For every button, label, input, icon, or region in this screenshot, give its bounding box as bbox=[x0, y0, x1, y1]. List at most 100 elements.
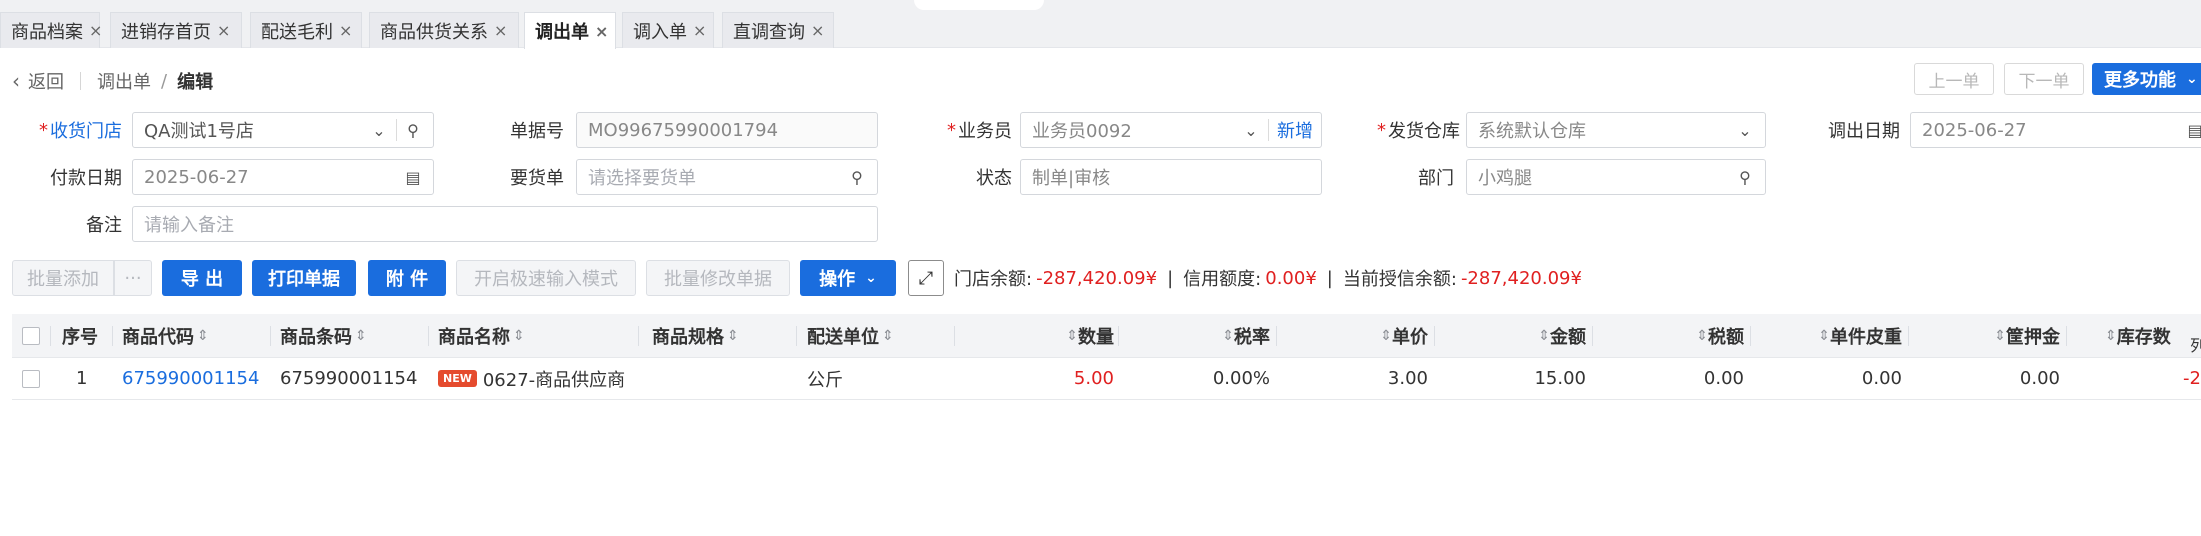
sort-icon: ⇕ bbox=[1818, 327, 1830, 344]
cell-code-link[interactable]: 675990001154 bbox=[122, 358, 259, 399]
sort-icon: ⇕ bbox=[1066, 327, 1078, 344]
sort-icon: ⇕ bbox=[1222, 327, 1234, 344]
tab-inventory-home[interactable]: 进销存首页 × bbox=[110, 12, 242, 48]
add-salesman-link[interactable]: 新增 bbox=[1277, 113, 1313, 147]
col-qty[interactable]: ⇕ 数量 bbox=[954, 314, 1114, 357]
credit-limit-value: 0.00¥ bbox=[1265, 267, 1317, 289]
request-doc-label: 要货单 bbox=[510, 168, 564, 189]
chevron-down-icon: ⌄ bbox=[1738, 120, 1752, 140]
current-credit-value: -287,420.09¥ bbox=[1460, 267, 1582, 289]
col-amount[interactable]: ⇕ 金额 bbox=[1434, 314, 1586, 357]
breadcrumb: ‹ 返回 调出单 / 编辑 bbox=[12, 68, 213, 94]
sort-icon: ⇕ bbox=[1994, 327, 2006, 344]
col-unit[interactable]: 配送单位 ⇕ bbox=[807, 314, 894, 357]
attachment-button[interactable]: 附 件 bbox=[368, 260, 446, 296]
batch-edit-button[interactable]: 批量修改单据 bbox=[646, 260, 790, 296]
breadcrumb-parent[interactable]: 调出单 bbox=[97, 68, 151, 94]
store-balance-value: -287,420.09¥ bbox=[1036, 267, 1158, 289]
salesman-select[interactable]: 业务员0092 ⌄ 新增 bbox=[1020, 112, 1322, 148]
col-seq: 序号 bbox=[62, 326, 98, 348]
close-icon[interactable]: × bbox=[693, 21, 706, 40]
search-icon[interactable]: ⚲ bbox=[847, 167, 867, 187]
column-settings-label[interactable]: 列 bbox=[2190, 332, 2201, 356]
transfer-date-picker[interactable]: 2025-06-27 ▤ bbox=[1910, 112, 2201, 148]
sort-icon: ⇕ bbox=[1538, 327, 1550, 344]
dept-label: 部门 bbox=[1418, 168, 1454, 189]
pay-date-picker[interactable]: 2025-06-27 ▤ bbox=[132, 159, 434, 195]
ship-warehouse-select[interactable]: 系统默认仓库 ⌄ bbox=[1466, 112, 1766, 148]
col-tax-rate[interactable]: ⇕ 税率 bbox=[1118, 314, 1270, 357]
cell-unit: 公斤 bbox=[807, 369, 843, 391]
dept-select[interactable]: 小鸡腿 ⚲ bbox=[1466, 159, 1766, 195]
doc-no-field: MO99675990001794 bbox=[576, 112, 878, 148]
cell-qty[interactable]: 5.00 bbox=[954, 358, 1114, 399]
back-link[interactable]: 返回 bbox=[28, 68, 64, 94]
breadcrumb-separator: / bbox=[161, 70, 168, 92]
row-checkbox[interactable] bbox=[22, 369, 40, 388]
select-all-checkbox[interactable] bbox=[22, 326, 40, 345]
cell-stock: -2 bbox=[2183, 368, 2201, 389]
prev-doc-button[interactable]: 上一单 bbox=[1914, 63, 1994, 95]
col-price[interactable]: ⇕ 单价 bbox=[1276, 314, 1428, 357]
tab-transfer-out[interactable]: 调出单 × bbox=[524, 12, 616, 49]
cell-deposit: 0.00 bbox=[2019, 368, 2060, 389]
status-field: 制单|审核 bbox=[1020, 159, 1322, 195]
batch-add-button[interactable]: 批量添加 bbox=[12, 260, 114, 296]
search-icon[interactable]: ⚲ bbox=[1735, 167, 1755, 187]
calendar-icon: ▤ bbox=[405, 167, 421, 187]
table-header: 序号 商品代码 ⇕ 商品条码 ⇕ 商品名称 ⇕ 商品规格 ⇕ 配送单位 ⇕ ⇕ 数量 ⇕ 税率… bbox=[12, 314, 2201, 358]
close-icon[interactable]: × bbox=[494, 21, 507, 40]
request-doc-select[interactable]: 请选择要货单 ⚲ bbox=[576, 159, 878, 195]
more-dots-button[interactable]: ··· bbox=[114, 260, 152, 296]
cell-name: NEW 0627-商品供应商 bbox=[438, 358, 625, 399]
tab-supply-relation[interactable]: 商品供货关系 × bbox=[369, 12, 519, 48]
col-stock[interactable]: ⇕ 库存数 bbox=[2102, 314, 2171, 357]
col-deposit[interactable]: ⇕ 筐押金 bbox=[1908, 314, 2060, 357]
table-row[interactable]: 1 675990001154 675990001154 NEW 0627-商品供应… bbox=[12, 358, 2201, 400]
sort-icon: ⇕ bbox=[727, 327, 739, 344]
cell-tax: 0.00 bbox=[1703, 368, 1744, 389]
more-functions-button[interactable]: 更多功能 ⌄ bbox=[2092, 63, 2201, 95]
col-spec[interactable]: 商品规格 ⇕ bbox=[652, 314, 739, 357]
sort-icon: ⇕ bbox=[197, 327, 209, 344]
ship-warehouse-label: * 发货仓库 bbox=[1377, 119, 1460, 143]
tab-transfer-in[interactable]: 调入单 × bbox=[622, 12, 714, 48]
col-barcode[interactable]: 商品条码 ⇕ bbox=[280, 314, 367, 357]
cell-price[interactable]: 3.00 bbox=[1276, 358, 1428, 399]
doc-no-label: 单据号 bbox=[510, 121, 564, 142]
close-icon[interactable]: × bbox=[339, 21, 352, 40]
close-icon[interactable]: × bbox=[595, 22, 608, 41]
balance-info: 门店余额: -287,420.09¥ | 信用额度: 0.00¥ | 当前授信余… bbox=[954, 267, 1582, 291]
close-icon[interactable]: × bbox=[217, 21, 230, 40]
tab-delivery-margin[interactable]: 配送毛利 × bbox=[250, 12, 362, 48]
chevron-left-icon[interactable]: ‹ bbox=[12, 69, 20, 93]
receive-store-select[interactable]: QA测试1号店 ⌄ ⚲ bbox=[132, 112, 434, 148]
cell-amount: 15.00 bbox=[1534, 368, 1586, 389]
col-code[interactable]: 商品代码 ⇕ bbox=[122, 314, 209, 357]
status-label: 状态 bbox=[976, 168, 1012, 189]
tab-product-archive[interactable]: 商品档案 × bbox=[0, 12, 102, 48]
search-icon[interactable]: ⚲ bbox=[403, 120, 423, 140]
pay-date-label: 付款日期 bbox=[50, 168, 122, 189]
remark-label: 备注 bbox=[86, 215, 122, 236]
sort-icon: ⇕ bbox=[513, 327, 525, 344]
new-badge: NEW bbox=[438, 370, 477, 387]
col-tax[interactable]: ⇕ 税额 bbox=[1592, 314, 1744, 357]
window-notch bbox=[914, 0, 1044, 10]
next-doc-button[interactable]: 下一单 bbox=[2004, 63, 2084, 95]
col-name[interactable]: 商品名称 ⇕ bbox=[438, 314, 525, 357]
close-icon[interactable]: × bbox=[811, 21, 824, 40]
print-button[interactable]: 打印单据 bbox=[252, 260, 356, 296]
quick-input-button[interactable]: 开启极速输入模式 bbox=[456, 260, 636, 296]
export-button[interactable]: 导 出 bbox=[162, 260, 242, 296]
sort-icon: ⇕ bbox=[355, 327, 367, 344]
operate-button[interactable]: 操作 ⌄ bbox=[800, 260, 896, 296]
tab-direct-query[interactable]: 直调查询 × bbox=[722, 12, 834, 48]
col-tare[interactable]: ⇕ 单件皮重 bbox=[1750, 314, 1902, 357]
remark-input[interactable]: 请输入备注 bbox=[132, 206, 878, 242]
close-icon[interactable]: × bbox=[89, 21, 102, 40]
salesman-label: * 业务员 bbox=[947, 119, 1012, 143]
sort-icon: ⇕ bbox=[2105, 327, 2117, 344]
collapse-icon[interactable]: ⤢ bbox=[908, 260, 944, 296]
sort-icon: ⇕ bbox=[1696, 327, 1708, 344]
